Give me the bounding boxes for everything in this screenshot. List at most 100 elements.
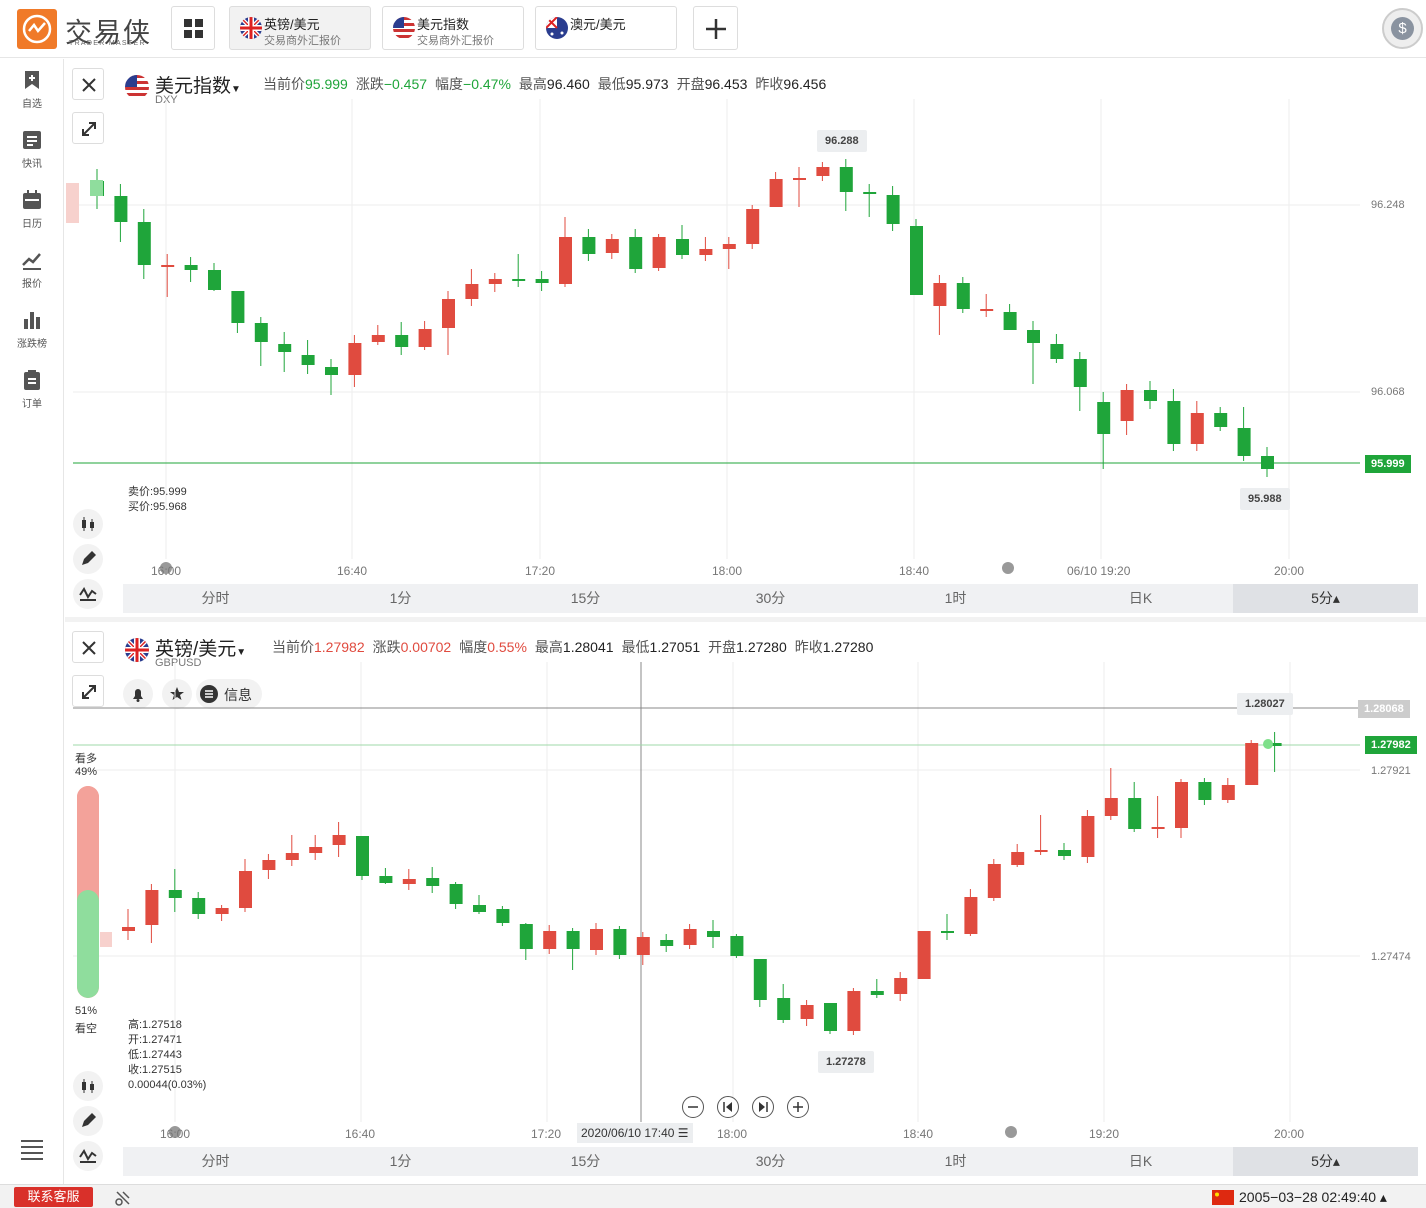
candle-body (824, 1003, 837, 1031)
ohlc-info: 高:1.27518 开:1.27471 低:1.27443 收:1.27515 … (128, 1018, 206, 1093)
period-tab[interactable]: 1分 (308, 584, 493, 613)
period-tab[interactable]: 1分 (308, 1147, 493, 1176)
period-selector: 分时 1分 15分 30分 1时 日K 5分▴ (123, 1147, 1418, 1176)
period-tab[interactable]: 15分 (493, 1147, 678, 1176)
sidebar-item-watchlist[interactable]: 自选 (12, 69, 52, 123)
sidebar-item-movers[interactable]: 涨跌榜 (12, 309, 52, 363)
period-tab-selected[interactable]: 5分▴ (1233, 1147, 1418, 1176)
account-button[interactable]: $ (1382, 8, 1423, 49)
sidebar-menu-button[interactable] (12, 1137, 52, 1191)
time-label: 19:20 (1089, 1127, 1120, 1141)
tab-dxy[interactable]: 美元指数 交易商外汇报价 (382, 6, 524, 50)
draw-tool-button[interactable] (73, 544, 103, 574)
candle-body (613, 929, 627, 955)
time-label: 18:40 (903, 1127, 934, 1141)
scroll-start-button[interactable] (717, 1096, 739, 1118)
sidebar: 自选 快讯 日历 报价 涨跌榜 订单 (0, 59, 64, 1184)
sidebar-item-calendar[interactable]: 日历 (12, 189, 52, 243)
line-chart-icon (22, 253, 41, 270)
indicator-button[interactable] (73, 1141, 103, 1171)
high-price-tip: 1.28027 (1237, 693, 1293, 715)
bookmark-add-icon (25, 71, 39, 89)
candle-body (519, 924, 533, 949)
candle-body (839, 167, 853, 192)
period-tab[interactable]: 1时 (863, 584, 1048, 613)
candlestick-chart[interactable] (65, 59, 1426, 579)
indicator-button[interactable] (73, 579, 103, 609)
candle-body (917, 931, 931, 979)
zoom-out-button[interactable] (682, 1096, 704, 1118)
period-tab[interactable]: 15分 (493, 584, 678, 613)
candle-body (566, 931, 580, 949)
candle-body (800, 1005, 814, 1019)
scroll-handle[interactable] (1002, 562, 1014, 574)
time-label: 18:00 (712, 564, 743, 578)
candle-body (278, 344, 292, 352)
tab-gbpusd[interactable]: 英镑/美元 交易商外汇报价 (229, 6, 371, 50)
candle-body (122, 927, 135, 931)
candle-body (301, 355, 315, 365)
period-tab[interactable]: 日K (1048, 584, 1233, 613)
candle-body (449, 884, 463, 904)
scroll-handle[interactable] (1005, 1126, 1017, 1138)
candle-body (1221, 785, 1235, 800)
chart-type-button[interactable] (73, 1071, 103, 1101)
period-tab[interactable]: 分时 (123, 584, 308, 613)
scroll-end-button[interactable] (752, 1096, 774, 1118)
price-axis-label: 1.27921 (1371, 765, 1411, 777)
sidebar-item-label: 订单 (22, 399, 42, 410)
low-price-tip: 1.27278 (818, 1051, 874, 1073)
bear-percent: 51% (75, 1005, 98, 1017)
tab-title: 澳元/美元 (570, 17, 626, 32)
candle-body (1167, 401, 1181, 444)
period-tab[interactable]: 日K (1048, 1147, 1233, 1176)
add-tab-button[interactable] (693, 6, 738, 50)
candle-body (332, 835, 346, 845)
candle-body (1104, 798, 1118, 816)
bull-label: 看多 (75, 753, 97, 765)
draw-tool-button[interactable] (73, 1106, 103, 1136)
layout-grid-button[interactable] (171, 6, 215, 50)
candle-body (1097, 402, 1111, 434)
price-axis-label: 96.068 (1371, 386, 1405, 398)
chart-type-button[interactable] (73, 509, 103, 539)
connection-icon[interactable] (114, 1189, 132, 1207)
sidebar-item-news[interactable]: 快讯 (12, 129, 52, 183)
skip-forward-icon (759, 1102, 768, 1112)
period-tab[interactable]: 30分 (678, 1147, 863, 1176)
candlestick-chart[interactable] (65, 622, 1426, 1142)
faded-candle (66, 183, 79, 223)
sidebar-item-orders[interactable]: 订单 (12, 369, 52, 423)
bear-label: 看空 (75, 1023, 97, 1035)
sidebar-item-label: 日历 (22, 219, 42, 230)
period-tab[interactable]: 1时 (863, 1147, 1048, 1176)
tab-audusd[interactable]: 澳元/美元 (535, 6, 677, 50)
candle-body (1237, 428, 1251, 456)
candle-body (379, 876, 393, 883)
candle-body (535, 279, 549, 283)
period-tab[interactable]: 分时 (123, 1147, 308, 1176)
zoom-in-button[interactable] (787, 1096, 809, 1118)
candle-body (590, 929, 603, 950)
chart-panel-gbpusd: 英镑/美元▼ GBPUSD 当前价1.27982 涨跌0.00702 幅度0.55%… (65, 622, 1426, 1184)
sell-price: 卖价:95.999 (128, 486, 187, 498)
time-label: 16:40 (337, 564, 368, 578)
period-tab-selected[interactable]: 5分▴ (1233, 584, 1418, 613)
candle-body (239, 871, 252, 908)
app-logo[interactable]: 交易侠 TRADER MASTER (17, 9, 159, 49)
menu-lines-icon: ☰ (677, 1126, 689, 1140)
china-flag-icon (1212, 1190, 1234, 1205)
ohlc-low: 低:1.27443 (128, 1049, 182, 1061)
bar-chart-icon (24, 312, 40, 329)
dollar-icon: $ (1391, 17, 1414, 40)
cursor-time: 2020/06/10 17:40 (581, 1126, 675, 1140)
sidebar-item-quotes[interactable]: 报价 (12, 249, 52, 303)
customer-service-button[interactable]: 联系客服 (14, 1187, 93, 1207)
period-tab[interactable]: 30分 (678, 584, 863, 613)
sentiment-bar (77, 786, 99, 998)
candle-body (512, 279, 526, 281)
indicator-icon (79, 587, 97, 601)
ohlc-change: 0.00044(0.03%) (128, 1079, 207, 1091)
candle-body (168, 890, 182, 898)
menu-icon (21, 1140, 43, 1160)
